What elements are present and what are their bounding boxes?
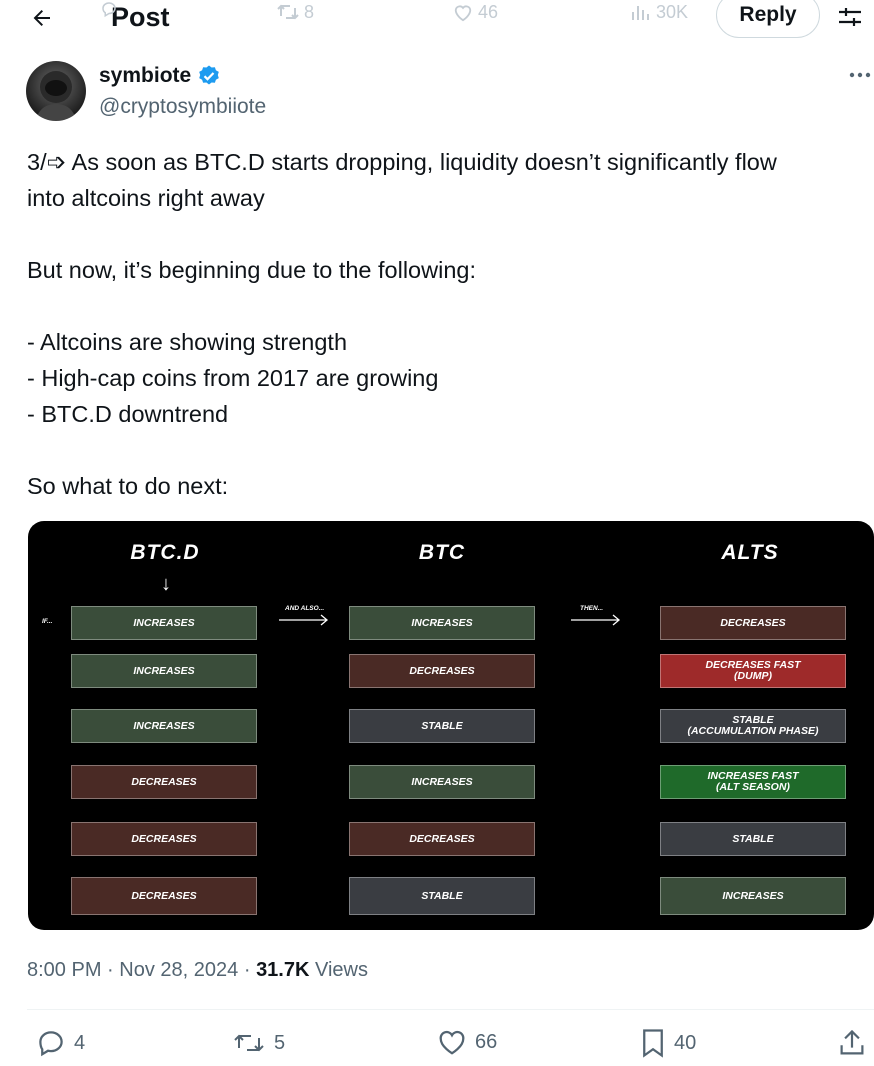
tweet-meta: 8:00 PM · Nov 28, 2024 · 31.7K Views xyxy=(27,956,368,984)
alts-cell: DECREASES FAST (DUMP) xyxy=(660,654,846,688)
column-header-btcd: BTC.D xyxy=(130,541,200,564)
tweet-line: But now, it’s beginning due to the follo… xyxy=(27,257,476,283)
ghost-views-stat: 30K xyxy=(630,0,688,24)
btc-cell: DECREASES xyxy=(349,822,535,856)
ghost-like-count: 46 xyxy=(478,2,499,22)
avatar[interactable] xyxy=(26,61,86,121)
btc-cell: INCREASES xyxy=(349,606,535,640)
arrow-right-icon xyxy=(279,614,329,626)
like-action[interactable]: 66 xyxy=(437,1028,497,1056)
top-bar: Post 8 46 30K Reply xyxy=(0,0,874,38)
separator: · xyxy=(107,959,114,981)
astronaut-avatar-icon xyxy=(36,71,76,121)
arrow-left-icon xyxy=(33,10,50,26)
back-button[interactable] xyxy=(22,2,62,34)
bar-chart-icon xyxy=(632,6,649,20)
ghost-repost-count: 8 xyxy=(304,2,315,22)
tweet-line: So what to do next: xyxy=(27,473,229,499)
alts-cell: INCREASES FAST (ALT SEASON) xyxy=(660,765,846,799)
btcd-cell: INCREASES xyxy=(71,606,257,640)
heart-icon xyxy=(439,1030,465,1055)
views-label: Views xyxy=(315,959,368,981)
reply-icon xyxy=(39,1031,63,1057)
views-count: 31.7K xyxy=(256,959,310,981)
alts-cell: STABLE (ACCUMULATION PHASE) xyxy=(660,709,846,743)
alts-cell: DECREASES xyxy=(660,606,846,640)
share-icon xyxy=(840,1029,864,1055)
repost-action[interactable]: 5 xyxy=(232,1028,285,1058)
ghost-views-count: 30K xyxy=(656,2,689,22)
tweet-bullet: - BTC.D downtrend xyxy=(27,401,229,427)
share-action[interactable] xyxy=(838,1028,866,1058)
btc-cell: DECREASES xyxy=(349,654,535,688)
btcd-cell: DECREASES xyxy=(71,877,257,915)
bookmark-action[interactable]: 40 xyxy=(640,1028,696,1058)
author-name-text: symbiote xyxy=(99,64,192,87)
tweet-line: 3/➩ As soon as BTC.D starts dropping, li… xyxy=(27,149,777,175)
btcd-cell: DECREASES xyxy=(71,822,257,856)
tweet-line: into altcoins right away xyxy=(27,185,265,211)
more-dots-icon xyxy=(849,72,871,78)
page-title: Post xyxy=(111,2,170,32)
btc-cell: INCREASES xyxy=(349,765,535,799)
reply-count: 4 xyxy=(74,1031,86,1054)
reply-action[interactable]: 4 xyxy=(36,1028,85,1058)
reply-icon xyxy=(102,2,116,18)
repost-icon xyxy=(277,4,299,20)
tweet-image[interactable]: BTC.D BTC ALTS ↓ IF... AND ALSO... THEN.… xyxy=(28,521,874,930)
reply-button[interactable]: Reply xyxy=(716,0,820,38)
ghost-like-stat: 46 xyxy=(452,0,498,24)
btcd-cell: INCREASES xyxy=(71,709,257,743)
alts-cell: INCREASES xyxy=(660,877,846,915)
btc-cell: STABLE xyxy=(349,709,535,743)
arrow-right-icon xyxy=(571,614,621,626)
btcd-cell: INCREASES xyxy=(71,654,257,688)
ghost-repost-stat: 8 xyxy=(276,0,314,24)
author-handle[interactable]: @cryptosymbiiote xyxy=(99,94,266,120)
down-arrow-icon: ↓ xyxy=(161,573,171,595)
btcd-cell: DECREASES xyxy=(71,765,257,799)
repost-icon xyxy=(234,1034,264,1052)
repost-count: 5 xyxy=(274,1031,286,1054)
then-label: THEN... xyxy=(580,605,604,612)
separator: · xyxy=(243,959,251,981)
btc-cell: STABLE xyxy=(349,877,535,915)
tweet-bullet: - Altcoins are showing strength xyxy=(27,329,348,355)
if-label: IF... xyxy=(42,618,53,625)
bookmark-icon xyxy=(643,1029,663,1058)
column-header-alts: ALTS xyxy=(721,541,779,564)
alts-cell: STABLE xyxy=(660,822,846,856)
ghost-reply-stat xyxy=(100,0,118,18)
column-header-btc: BTC xyxy=(418,541,466,564)
tweet-text: 3/➩ As soon as BTC.D starts dropping, li… xyxy=(27,144,873,504)
verified-badge-icon xyxy=(199,65,220,85)
filter-sliders-icon[interactable] xyxy=(836,4,864,30)
author-display-name[interactable]: symbiote xyxy=(99,63,221,89)
like-count: 66 xyxy=(475,1030,498,1053)
more-options-button[interactable] xyxy=(846,64,874,86)
and-also-label: AND ALSO... xyxy=(285,605,325,612)
tweet-bullet: - High-cap coins from 2017 are growing xyxy=(27,365,439,391)
heart-icon xyxy=(454,5,472,22)
post-date[interactable]: Nov 28, 2024 xyxy=(119,959,238,981)
bookmark-count: 40 xyxy=(674,1031,697,1054)
post-time[interactable]: 8:00 PM xyxy=(27,959,101,981)
divider xyxy=(27,1009,874,1010)
